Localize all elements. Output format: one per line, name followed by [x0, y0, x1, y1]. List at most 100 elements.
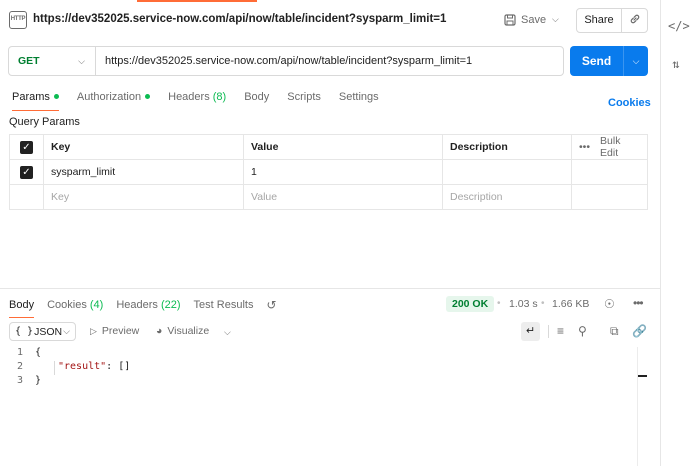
editor-scrollbar-track[interactable]	[637, 347, 638, 466]
column-header-key: Key	[44, 135, 244, 159]
code-line: 1{	[9, 347, 130, 361]
checkmark-icon: ✓	[20, 165, 33, 179]
braces-icon: { }	[15, 326, 34, 337]
cookies-count: (4)	[89, 299, 104, 311]
enabled-dot-icon	[53, 93, 59, 99]
visualize-label: Visualize	[167, 325, 210, 337]
tab-settings[interactable]: Settings	[339, 91, 379, 111]
param-description-cell[interactable]	[443, 160, 572, 184]
query-params-title: Query Params	[9, 116, 80, 128]
cookies-link[interactable]: Cookies	[608, 97, 651, 109]
param-key-cell[interactable]: sysparm_limit	[44, 160, 244, 184]
search-icon[interactable]: ⚲	[578, 324, 587, 338]
separator-dot: •	[541, 298, 545, 309]
tab-authorization[interactable]: Authorization	[77, 91, 151, 111]
headers-count: (8)	[212, 91, 227, 103]
description-placeholder[interactable]: Description	[443, 185, 572, 209]
related-collections-icon[interactable]: ⇅	[668, 56, 684, 72]
editor-scrollbar-thumb[interactable]	[638, 375, 647, 377]
code-line: 2 "result": []	[9, 361, 130, 375]
filter-icon[interactable]: ≡	[557, 324, 564, 338]
table-row-empty: Key Value Description	[10, 185, 647, 210]
send-button-group: Send ⌵	[570, 46, 648, 76]
json-key: "result"	[58, 361, 107, 372]
visualize-options-chevron-down-icon[interactable]: ⌵	[224, 327, 231, 338]
request-tabs: Params Authorization Headers (8) Body Sc…	[12, 91, 379, 111]
send-button[interactable]: Send	[570, 46, 624, 76]
tab-test-results[interactable]: Test Results	[194, 299, 254, 318]
more-options-icon[interactable]: •••	[579, 141, 590, 153]
method-label: GET	[18, 55, 40, 67]
json-value: : []	[106, 361, 131, 372]
request-title[interactable]: https://dev352025.service-now.com/api/no…	[33, 13, 446, 25]
more-options-icon[interactable]: •••	[633, 296, 644, 310]
column-header-value: Value	[244, 135, 443, 159]
chevron-down-icon: ⌵	[78, 55, 85, 66]
pane-divider[interactable]	[0, 288, 660, 289]
preview-label: Preview	[101, 325, 140, 337]
response-body-editor[interactable]: 1{ 2 "result": [] 3}	[9, 347, 130, 389]
history-icon[interactable]: ↺	[266, 298, 276, 319]
param-value-cell[interactable]: 1	[244, 160, 443, 184]
http-request-icon: HTTP	[9, 11, 27, 29]
link-icon[interactable]: 🔗	[632, 324, 647, 338]
code-snippet-icon[interactable]: </>	[668, 18, 690, 34]
bulk-edit-area: ••• Bulk Edit	[572, 135, 647, 159]
code-line: 3}	[9, 375, 130, 389]
save-button[interactable]: Save	[504, 10, 546, 30]
enabled-dot-icon	[145, 93, 151, 99]
network-globe-icon[interactable]: ☉	[604, 297, 615, 311]
code-text: }	[35, 375, 42, 386]
table-row: ✓ sysparm_limit 1	[10, 160, 647, 185]
preview-button[interactable]: ▷ Preview	[90, 325, 139, 337]
status-badge[interactable]: 200 OK	[446, 296, 495, 312]
indent-guide	[54, 361, 55, 375]
format-label: JSON	[34, 325, 63, 338]
save-icon	[504, 14, 516, 26]
response-tabs: Body Cookies (4) Headers (22) Test Resul…	[9, 298, 277, 319]
row-checkbox[interactable]: ✓	[10, 160, 44, 184]
visualize-icon: ◕	[156, 325, 163, 337]
chevron-down-icon: ⌵	[63, 326, 70, 336]
response-time[interactable]: 1.03 s	[509, 298, 538, 310]
value-placeholder[interactable]: Value	[244, 185, 443, 209]
request-bar: GET ⌵	[8, 46, 564, 76]
send-options-chevron-down-icon[interactable]: ⌵	[624, 56, 648, 67]
format-select[interactable]: { } JSON ⌵	[9, 322, 76, 341]
response-size[interactable]: 1.66 KB	[552, 298, 589, 310]
wrap-lines-icon[interactable]: ↵	[521, 322, 540, 341]
key-placeholder[interactable]: Key	[44, 185, 244, 209]
select-all-checkbox[interactable]: ✓	[10, 135, 44, 159]
tab-response-body[interactable]: Body	[9, 299, 35, 318]
save-options-chevron-down-icon[interactable]: ⌵	[552, 14, 559, 25]
tab-response-cookies[interactable]: Cookies (4)	[47, 299, 103, 318]
line-number: 3	[16, 375, 23, 386]
empty-checkbox-cell	[10, 185, 44, 209]
params-table: ✓ Key Value Description ••• Bulk Edit ✓ …	[9, 134, 648, 210]
empty-extra-cell	[572, 185, 647, 209]
tab-scripts[interactable]: Scripts	[287, 91, 321, 111]
visualize-button[interactable]: ◕ Visualize	[156, 325, 209, 337]
bulk-edit-button[interactable]: Bulk Edit	[600, 135, 637, 159]
method-select[interactable]: GET ⌵	[9, 47, 96, 75]
right-sidebar: </> ⇅	[660, 0, 690, 466]
copy-icon[interactable]: ⧉	[610, 324, 619, 339]
tab-params[interactable]: Params	[12, 91, 59, 111]
share-button-group: Share	[576, 8, 648, 33]
active-tab-indicator	[137, 0, 257, 2]
copy-link-icon[interactable]	[622, 13, 647, 28]
toolbar-separator	[548, 325, 549, 338]
line-number: 1	[16, 347, 23, 358]
row-extra-cell	[572, 160, 647, 184]
save-label: Save	[521, 14, 547, 26]
share-button[interactable]: Share	[577, 9, 622, 32]
tab-headers[interactable]: Headers (8)	[168, 91, 226, 111]
play-icon: ▷	[90, 325, 97, 336]
tab-response-headers[interactable]: Headers (22)	[116, 299, 180, 318]
line-number: 2	[16, 361, 23, 372]
checkmark-icon: ✓	[20, 140, 33, 154]
table-header-row: ✓ Key Value Description ••• Bulk Edit	[10, 135, 647, 160]
tab-body[interactable]: Body	[244, 91, 269, 111]
column-header-description: Description	[443, 135, 572, 159]
url-input[interactable]	[96, 47, 563, 75]
